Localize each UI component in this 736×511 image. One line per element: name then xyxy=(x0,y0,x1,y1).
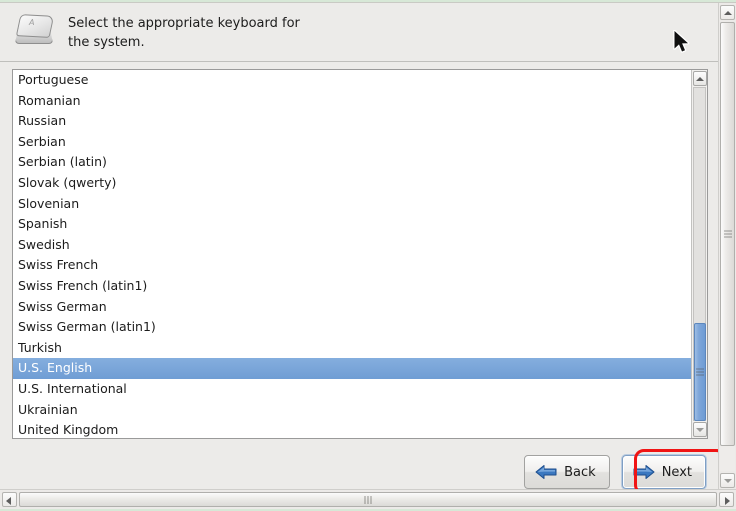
list-item[interactable]: U.S. English xyxy=(13,358,691,379)
grip-icon xyxy=(696,368,704,376)
next-button-label: Next xyxy=(661,464,692,480)
instruction-text: Select the appropriate keyboard for the … xyxy=(68,13,300,52)
list-item[interactable]: Slovak (qwerty) xyxy=(13,173,691,194)
list-scroll-down-button[interactable] xyxy=(693,422,707,437)
list-item[interactable]: Turkish xyxy=(13,338,691,359)
triangle-right-icon xyxy=(725,497,730,505)
arrow-left-icon xyxy=(535,465,557,479)
list-item[interactable]: Swiss French (latin1) xyxy=(13,276,691,297)
list-item[interactable]: Swedish xyxy=(13,235,691,256)
next-button[interactable]: Next xyxy=(621,455,706,489)
chevron-up-icon xyxy=(696,76,704,81)
list-item[interactable]: Serbian xyxy=(13,132,691,153)
list-item[interactable]: Spanish xyxy=(13,214,691,235)
grip-icon xyxy=(723,230,732,238)
list-scroll-up-button[interactable] xyxy=(693,71,707,86)
list-item[interactable]: Portuguese xyxy=(13,70,691,91)
triangle-up-icon xyxy=(723,10,732,15)
list-scrollport: Portuguese Romanian Russian Serbian Serbian … xyxy=(13,70,691,438)
keyboard-layout-list[interactable]: Portuguese Romanian Russian Serbian Serbian … xyxy=(12,69,708,439)
keyboard-key-icon: A xyxy=(14,14,56,48)
navigation-buttons: Back Next xyxy=(524,455,706,489)
list-item[interactable]: United Kingdom xyxy=(13,420,691,438)
list-scroll-thumb[interactable] xyxy=(694,323,706,421)
list-item[interactable]: Romanian xyxy=(13,91,691,112)
list-scroll-track[interactable] xyxy=(693,87,706,421)
installer-window: A Select the appropriate keyboard for th… xyxy=(0,2,736,509)
back-button-label: Back xyxy=(564,464,596,480)
window-scroll-up-button[interactable] xyxy=(720,5,735,20)
list-item[interactable]: Swiss German xyxy=(13,297,691,318)
window-horizontal-scrollbar[interactable] xyxy=(0,489,736,509)
triangle-down-icon xyxy=(723,478,732,483)
window-scroll-right-button[interactable] xyxy=(719,492,734,507)
list-item[interactable]: Slovenian xyxy=(13,194,691,215)
list-item[interactable]: U.S. International xyxy=(13,379,691,400)
window-hscroll-thumb[interactable] xyxy=(19,492,717,507)
window-scroll-track[interactable] xyxy=(720,22,735,471)
list-item[interactable]: Russian xyxy=(13,111,691,132)
back-button[interactable]: Back xyxy=(524,455,610,489)
window-scroll-thumb[interactable] xyxy=(720,22,735,446)
list-item[interactable]: Swiss German (latin1) xyxy=(13,317,691,338)
header-panel: A Select the appropriate keyboard for th… xyxy=(0,3,718,62)
window-vertical-scrollbar[interactable] xyxy=(718,3,736,490)
window-scroll-down-button[interactable] xyxy=(720,473,735,488)
instruction-line-2: the system. xyxy=(68,35,145,50)
list-vertical-scrollbar[interactable] xyxy=(691,70,707,438)
list-item[interactable]: Ukrainian xyxy=(13,400,691,421)
arrow-right-icon xyxy=(633,465,655,479)
chevron-down-icon xyxy=(696,427,704,432)
list-item[interactable]: Swiss French xyxy=(13,255,691,276)
instruction-line-1: Select the appropriate keyboard for xyxy=(68,16,300,31)
triangle-left-icon xyxy=(6,497,11,505)
list-item[interactable]: Serbian (latin) xyxy=(13,152,691,173)
window-hscroll-track[interactable] xyxy=(19,492,717,507)
grip-icon xyxy=(364,495,372,504)
window-scroll-left-button[interactable] xyxy=(2,492,17,507)
